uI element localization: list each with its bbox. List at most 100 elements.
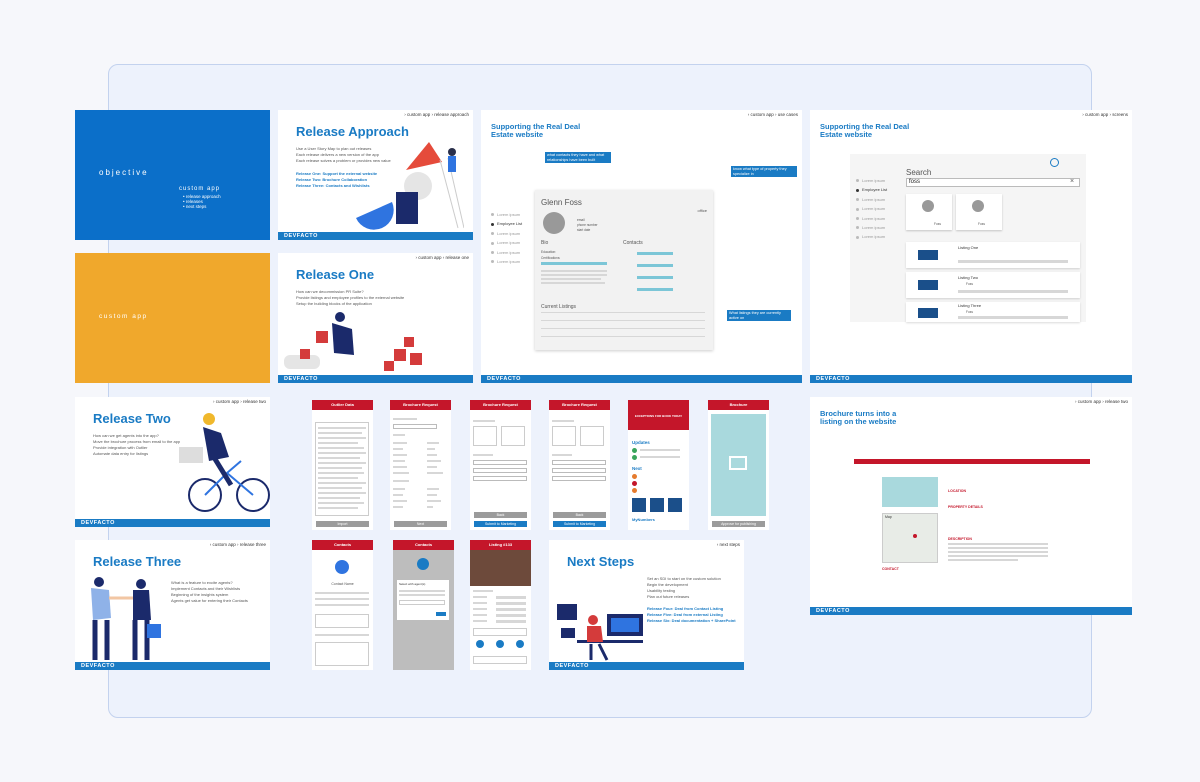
person-card[interactable]: Foss bbox=[956, 194, 1002, 230]
listing-row[interactable]: Listing One bbox=[906, 242, 1080, 268]
brand-footer: DEVFACTO bbox=[549, 662, 744, 670]
upload-box[interactable] bbox=[501, 426, 525, 446]
nav-item[interactable]: Lorem ipsum bbox=[856, 223, 887, 232]
bio-label: Bio bbox=[541, 240, 549, 246]
office-label: office bbox=[697, 208, 708, 213]
tile-icon[interactable] bbox=[668, 498, 682, 512]
nav-item[interactable]: Lorem ipsum bbox=[491, 238, 522, 247]
section-next: Next bbox=[632, 466, 642, 471]
search-icon[interactable] bbox=[1050, 158, 1059, 167]
listing-thumb bbox=[918, 280, 938, 290]
phone-dashboard[interactable]: EXCEPTIONS FOR BOOK TODAY Updates Next M… bbox=[628, 400, 689, 530]
brand-footer: DEVFACTO bbox=[810, 607, 1132, 615]
slide-next-steps[interactable]: › next steps Next Steps Set an SDI to st… bbox=[549, 540, 744, 670]
back-button[interactable]: Back bbox=[553, 512, 606, 518]
phone-field: phone number bbox=[577, 223, 598, 227]
section-location: LOCATION bbox=[948, 489, 967, 493]
nav-item[interactable]: Lorem ipsum bbox=[856, 204, 887, 213]
phone-contacts-1[interactable]: Contacts Contact Name bbox=[312, 540, 373, 670]
next-button[interactable]: Next bbox=[394, 521, 447, 527]
upload-box[interactable] bbox=[473, 426, 497, 446]
current-listings-label: Current Listings bbox=[541, 304, 577, 310]
slide-title: Release Three bbox=[93, 554, 182, 569]
approve-button[interactable]: Approve for publishing bbox=[712, 521, 765, 527]
slide-title: Release One bbox=[296, 267, 375, 282]
brand-footer: DEVFACTO bbox=[278, 375, 473, 383]
listing-tag: Foss bbox=[966, 310, 973, 314]
brand-footer: DEVFACTO bbox=[75, 519, 270, 527]
slide-objective[interactable]: objective custom app • release approach … bbox=[75, 110, 270, 240]
import-button[interactable]: Import bbox=[316, 521, 369, 527]
brand-footer: DEVFACTO bbox=[278, 232, 473, 240]
slide-release-approach[interactable]: › custom app › release approach Release … bbox=[278, 110, 473, 240]
upload-box[interactable] bbox=[580, 426, 604, 446]
certifications-label: Certifications: bbox=[541, 256, 561, 260]
side-nav: Lorem ipsum Employee List Lorem ipsum Lo… bbox=[491, 210, 522, 266]
slide-screens[interactable]: › custom app › screens Supporting the Re… bbox=[810, 110, 1132, 383]
phone-brochure[interactable]: Brochure Approve for publishing bbox=[708, 400, 769, 530]
nav-item[interactable]: Employee List bbox=[856, 185, 887, 194]
dashboard-banner: EXCEPTIONS FOR BOOK TODAY bbox=[628, 400, 689, 430]
phone-header: Listing #133 bbox=[470, 540, 531, 550]
phone-brochure-request-1[interactable]: Brochure Request Next bbox=[390, 400, 451, 530]
release-link[interactable]: Release Six: Deal documentation + ShareP… bbox=[647, 618, 736, 624]
slide-title: listing on the website bbox=[820, 417, 897, 426]
upload-box[interactable] bbox=[552, 426, 576, 446]
back-button[interactable]: Back bbox=[474, 512, 527, 518]
slide-custom-app[interactable]: custom app bbox=[75, 253, 270, 383]
dialog-ok-button[interactable] bbox=[436, 612, 446, 616]
nav-item[interactable]: Lorem ipsum bbox=[856, 232, 887, 241]
objective-item: • next steps bbox=[183, 204, 207, 209]
nav-item[interactable]: Lorem ipsum bbox=[856, 195, 887, 204]
education-label: Education: bbox=[541, 250, 557, 254]
slide-release-one[interactable]: › custom app › release one Release One H… bbox=[278, 253, 473, 383]
brand-footer: DEVFACTO bbox=[810, 375, 1132, 383]
app-window: Lorem ipsum Employee List Lorem ipsum Lo… bbox=[850, 154, 1086, 322]
nav-item[interactable]: Employee List bbox=[491, 219, 522, 228]
nav-item[interactable]: Lorem ipsum bbox=[491, 257, 522, 266]
site-nav-bar bbox=[854, 459, 1090, 464]
brand-footer: DEVFACTO bbox=[481, 375, 802, 383]
slide-brochure-web[interactable]: › custom app › release two Brochure turn… bbox=[810, 397, 1132, 615]
search-value: foss bbox=[909, 179, 921, 185]
listing-row[interactable]: Listing Two Foss bbox=[906, 272, 1080, 298]
outlier-data-panel bbox=[315, 422, 369, 516]
check-icon bbox=[632, 455, 637, 460]
tile-icon[interactable] bbox=[650, 498, 664, 512]
search-input[interactable]: foss bbox=[906, 178, 1080, 187]
slide-use-cases[interactable]: › custom app › use cases Supporting the … bbox=[481, 110, 802, 383]
phone-brochure-request-3[interactable]: Brochure Request Back Submit to Marketin… bbox=[549, 400, 610, 530]
submit-to-marketing-button[interactable]: Submit to Marketing bbox=[474, 521, 527, 527]
profile-card: Glenn Foss office email phone number sta… bbox=[535, 190, 713, 350]
map[interactable]: Map bbox=[882, 513, 938, 563]
callout-specialty: know what type of property they speciali… bbox=[731, 166, 797, 177]
slide-release-two[interactable]: › custom app › release two Release Two H… bbox=[75, 397, 270, 527]
phone-outlier-data[interactable]: Outlier Data Import bbox=[312, 400, 373, 530]
breadcrumb: › custom app › release two bbox=[1074, 399, 1128, 404]
callout-listings: What listings they are currently active … bbox=[727, 310, 791, 321]
nav-item[interactable]: Lorem ipsum bbox=[491, 229, 522, 238]
nav-item[interactable]: Lorem ipsum bbox=[491, 248, 522, 257]
person-name: Foss bbox=[978, 222, 985, 226]
nav-item[interactable]: Lorem ipsum bbox=[856, 214, 887, 223]
map-label: Map bbox=[885, 515, 892, 519]
custom-app-title: custom app bbox=[99, 313, 148, 320]
phone-brochure-request-2[interactable]: Brochure Request Back Submit to Marketin… bbox=[470, 400, 531, 530]
slide-text: Setup the building blocks of the applica… bbox=[296, 301, 372, 306]
nav-item[interactable]: Lorem ipsum bbox=[856, 176, 887, 185]
slide-release-three[interactable]: › custom app › release three Release Thr… bbox=[75, 540, 270, 670]
side-nav: Lorem ipsum Employee List Lorem ipsum Lo… bbox=[856, 176, 887, 242]
submit-to-marketing-button[interactable]: Submit to Marketing bbox=[553, 521, 606, 527]
phone-contacts-2[interactable]: Contacts Select with agent(s) bbox=[393, 540, 454, 670]
slide-title: Release Two bbox=[93, 411, 171, 426]
listing-row[interactable]: Listing Three Foss bbox=[906, 302, 1080, 322]
nav-item[interactable]: Lorem ipsum bbox=[491, 210, 522, 219]
select-agent-dialog[interactable]: Select with agent(s) bbox=[397, 580, 449, 620]
brochure-preview bbox=[711, 414, 766, 516]
phone-listing[interactable]: Listing #133 bbox=[470, 540, 531, 670]
phone-header: Contacts bbox=[393, 540, 454, 550]
person-card[interactable]: Foss bbox=[906, 194, 952, 230]
slide-text: Plan out future releases bbox=[647, 594, 690, 599]
close-icon[interactable]: × bbox=[1070, 178, 1074, 185]
tile-icon[interactable] bbox=[632, 498, 646, 512]
